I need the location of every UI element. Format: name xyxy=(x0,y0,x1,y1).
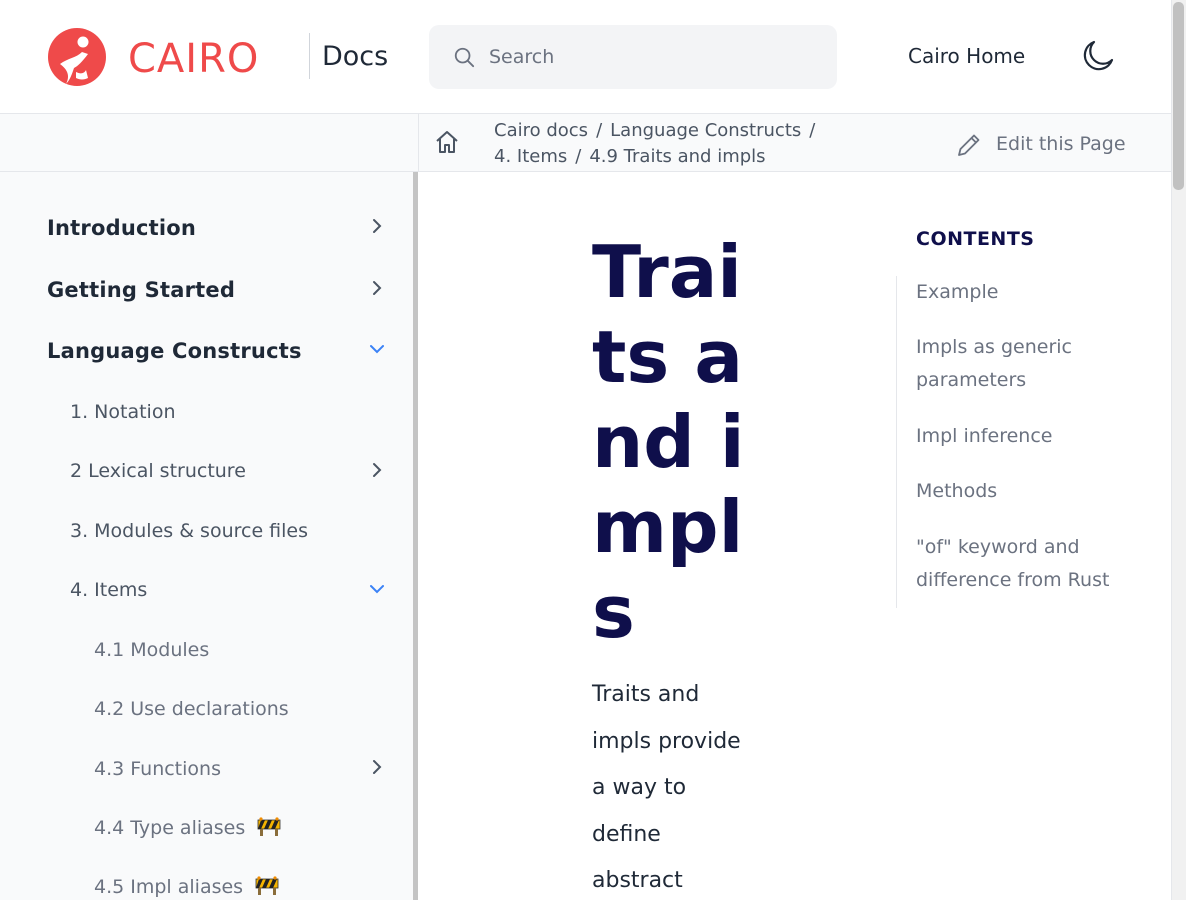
top-header: CAIRO Docs Search Cairo Home xyxy=(0,0,1171,114)
toc-item-impl-inference[interactable]: Impl inference xyxy=(916,420,1136,453)
sidebar-item-modules-source-files[interactable]: 3. Modules & source files xyxy=(70,516,308,546)
pencil-icon xyxy=(958,134,980,156)
edit-page-label[interactable]: Edit this Page xyxy=(996,131,1126,157)
search-placeholder[interactable]: Search xyxy=(489,45,554,69)
sidebar-header-spacer xyxy=(0,114,418,172)
chevron-down-icon[interactable] xyxy=(368,580,386,598)
sidebar-item-type-aliases[interactable]: 4.4 Type aliases xyxy=(94,813,281,843)
home-icon[interactable] xyxy=(433,128,461,156)
breadcrumb: Cairo docs / Language Constructs / 4. Items… xyxy=(494,118,854,170)
toc-divider xyxy=(896,276,897,608)
sidebar-item-lexical-structure[interactable]: 2 Lexical structure xyxy=(70,456,246,486)
logo-divider xyxy=(309,33,310,79)
sidebar-item-functions[interactable]: 4.3 Functions xyxy=(94,754,221,784)
chevron-down-icon[interactable] xyxy=(368,340,386,358)
construction-icon xyxy=(257,817,281,836)
page-title: Traits and impls xyxy=(592,230,745,654)
intro-paragraph: Traits and impls provide a way to define… xyxy=(592,682,741,893)
sidebar-item-modules[interactable]: 4.1 Modules xyxy=(94,635,209,665)
breadcrumb-current: 4.9 Traits and impls xyxy=(589,146,766,167)
sidebar-item-impl-aliases[interactable]: 4.5 Impl aliases xyxy=(94,872,279,900)
chevron-right-icon[interactable] xyxy=(368,758,386,776)
breadcrumb-language-constructs[interactable]: Language Constructs xyxy=(610,120,801,141)
sidebar-item-use-declarations[interactable]: 4.2 Use declarations xyxy=(94,694,289,724)
cairo-logo-icon[interactable] xyxy=(46,28,108,86)
toc-item-methods[interactable]: Methods xyxy=(916,475,1136,508)
sidebar-item-label: 4.5 Impl aliases xyxy=(94,876,244,898)
sidebar-nav: Introduction Getting Started Language Co… xyxy=(0,172,413,900)
breadcrumb-cairo-docs[interactable]: Cairo docs xyxy=(494,120,588,141)
breadcrumb-bar: Cairo docs / Language Constructs / 4. Items… xyxy=(418,114,1171,172)
sidebar-item-items[interactable]: 4. Items xyxy=(70,575,147,605)
brand-name[interactable]: CAIRO xyxy=(128,33,259,85)
breadcrumb-items[interactable]: 4. Items xyxy=(494,146,567,167)
breadcrumb-separator: / xyxy=(809,120,816,141)
chevron-right-icon[interactable] xyxy=(368,279,386,297)
search-icon xyxy=(454,47,475,68)
toc-item-example[interactable]: Example xyxy=(916,276,1136,309)
docs-label[interactable]: Docs xyxy=(322,38,388,76)
sidebar-item-label: 4.4 Type aliases xyxy=(94,817,246,839)
sidebar-item-getting-started[interactable]: Getting Started xyxy=(47,275,235,305)
construction-icon xyxy=(255,876,279,895)
chevron-right-icon[interactable] xyxy=(368,461,386,479)
toc-item-of-keyword[interactable]: "of" keyword and difference from Rust xyxy=(916,531,1136,597)
breadcrumb-separator: / xyxy=(596,120,603,141)
toc-heading: CONTENTS xyxy=(916,228,1035,250)
cairo-home-link[interactable]: Cairo Home xyxy=(908,42,1025,70)
moon-icon[interactable] xyxy=(1080,38,1116,74)
sidebar-item-introduction[interactable]: Introduction xyxy=(47,213,196,243)
toc-item-impls-as-generic-parameters[interactable]: Impls as generic parameters xyxy=(916,331,1136,397)
page-scrollbar-thumb[interactable] xyxy=(1173,2,1184,190)
sidebar-item-language-constructs[interactable]: Language Constructs xyxy=(47,336,302,366)
search-box[interactable]: Search xyxy=(429,25,837,89)
chevron-right-icon[interactable] xyxy=(368,217,386,235)
sidebar-item-notation[interactable]: 1. Notation xyxy=(70,397,176,427)
breadcrumb-separator: / xyxy=(575,146,582,167)
